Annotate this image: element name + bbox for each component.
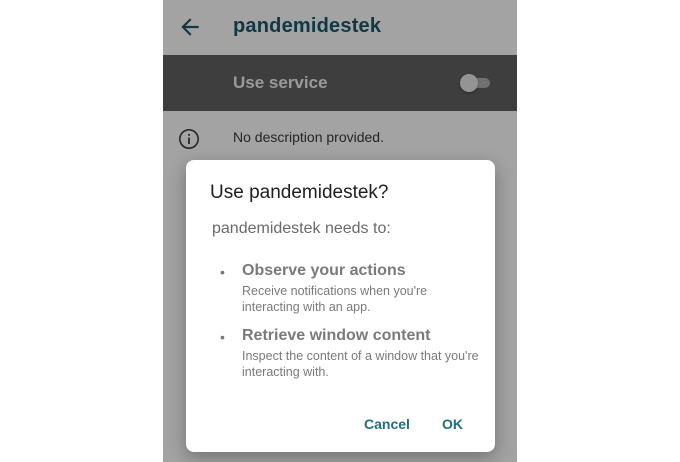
cancel-button[interactable]: Cancel (364, 416, 410, 432)
permission-description: Inspect the content of a window that you… (242, 349, 479, 379)
dialog-subtitle: pandemidestek needs to: (212, 220, 391, 237)
dialog-title: Use pandemidestek? (210, 182, 389, 203)
permission-description: Receive notifications when you're intera… (242, 284, 428, 314)
permission-title: Observe your actions (242, 262, 406, 279)
permission-dialog: Use pandemidestek? pandemidestek needs t… (186, 160, 495, 452)
ok-button[interactable]: OK (442, 416, 463, 432)
screenshot-frame: pandemidestek Use service No description… (0, 0, 680, 462)
bullet-icon: • (220, 264, 225, 280)
bullet-icon: • (220, 329, 225, 345)
permission-title: Retrieve window content (242, 327, 431, 344)
